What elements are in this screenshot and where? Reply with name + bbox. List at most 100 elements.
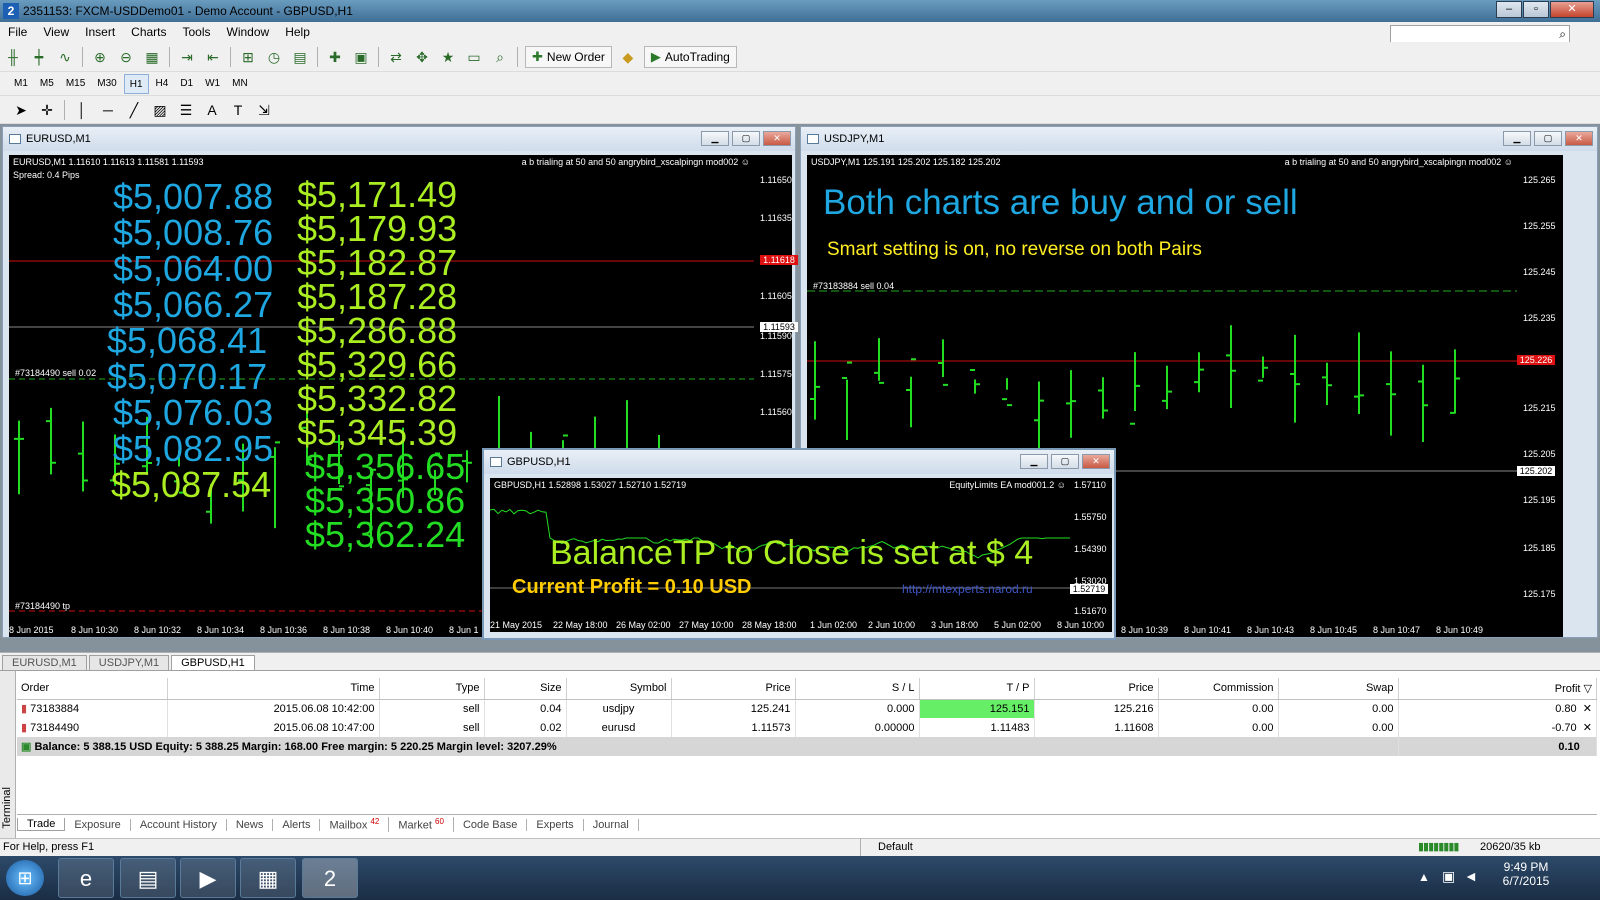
bar-chart-icon[interactable]: ╫ xyxy=(2,46,24,68)
tp-cell[interactable]: 1.11483 xyxy=(919,718,1035,737)
table-row[interactable]: ▮ 73183884 2015.06.08 10:42:00 sell 0.04… xyxy=(17,699,1597,718)
metaeditor-icon[interactable]: ◆ xyxy=(617,46,639,68)
volume-icon[interactable]: ◄ xyxy=(1464,868,1478,884)
timeframe-w1[interactable]: W1 xyxy=(200,74,225,94)
cursor-icon[interactable]: ➤ xyxy=(10,99,32,121)
tile-windows-icon[interactable]: ▦ xyxy=(141,46,163,68)
timeframe-m30[interactable]: M30 xyxy=(92,74,121,94)
tab-eurusd[interactable]: EURUSD,M1 xyxy=(2,655,87,670)
tab-alerts[interactable]: Alerts xyxy=(273,818,321,831)
tab-experts[interactable]: Experts xyxy=(527,818,584,831)
metatrader-taskbar-icon[interactable]: 2 xyxy=(302,858,358,898)
window-titlebar[interactable]: 2 2351153: FXCM-USDDemo01 - Demo Account… xyxy=(0,0,1600,22)
col-profit[interactable]: Profit ▽ xyxy=(1398,678,1597,700)
usdjpy-window-titlebar[interactable]: USDJPY,M1 ▁ ▢ ✕ xyxy=(801,127,1597,151)
tab-news[interactable]: News xyxy=(227,818,274,831)
menu-insert[interactable]: Insert xyxy=(77,25,123,39)
fibonacci-icon[interactable]: ☰ xyxy=(175,99,197,121)
eurusd-minimize-button[interactable]: ▁ xyxy=(701,131,729,146)
col-current-price[interactable]: Price xyxy=(1034,678,1159,700)
eurusd-close-button[interactable]: ✕ xyxy=(763,131,791,146)
gbpusd-chart-window[interactable]: GBPUSD,H1 ▁ ▢ ✕ GBPUSD,H1 1.52898 1.53027 … xyxy=(482,448,1116,640)
col-price[interactable]: Price xyxy=(671,678,796,700)
sl-cell[interactable]: 0.00000 xyxy=(795,718,920,737)
data-window-icon[interactable]: ✥ xyxy=(411,46,433,68)
table-row[interactable]: ▮ 73184490 2015.06.08 10:47:00 sell 0.02… xyxy=(17,718,1597,737)
timeframe-d1[interactable]: D1 xyxy=(175,74,198,94)
autotrading-button[interactable]: ▶ AutoTrading xyxy=(643,45,737,68)
timeframe-h4[interactable]: H4 xyxy=(151,74,174,94)
minimize-button[interactable]: – xyxy=(1496,1,1522,18)
timeframe-h1[interactable]: H1 xyxy=(123,73,149,94)
usdjpy-maximize-button[interactable]: ▢ xyxy=(1534,131,1562,146)
text-icon[interactable]: A xyxy=(201,99,223,121)
internet-explorer-icon[interactable]: e xyxy=(58,858,114,898)
close-order-icon[interactable]: ✕ xyxy=(1583,703,1592,715)
search-input[interactable]: ⌕ xyxy=(1390,25,1570,43)
tp-cell[interactable]: 125.151 xyxy=(919,699,1035,718)
indicators-icon[interactable]: ⊞ xyxy=(237,46,259,68)
periods-icon[interactable]: ◷ xyxy=(263,46,285,68)
tab-exposure[interactable]: Exposure xyxy=(65,818,131,831)
tab-code-base[interactable]: Code Base xyxy=(454,818,528,831)
filter-icon[interactable]: ▽ xyxy=(1584,683,1592,695)
eurusd-window-titlebar[interactable]: EURUSD,M1 ▁ ▢ ✕ xyxy=(3,127,795,151)
sl-cell[interactable]: 0.000 xyxy=(795,699,920,718)
tab-mailbox[interactable]: Mailbox 42 xyxy=(320,817,390,832)
line-chart-icon[interactable]: ∿ xyxy=(54,46,76,68)
col-type[interactable]: Type xyxy=(379,678,485,700)
timeframe-m1[interactable]: M1 xyxy=(9,74,33,94)
candlestick-icon[interactable]: ┿ xyxy=(28,46,50,68)
close-button[interactable]: ✕ xyxy=(1550,1,1594,18)
gbpusd-window-titlebar[interactable]: GBPUSD,H1 ▁ ▢ ✕ xyxy=(484,450,1114,474)
templates-icon[interactable]: ▤ xyxy=(289,46,311,68)
gbpusd-plot[interactable]: GBPUSD,H1 1.52898 1.53027 1.52710 1.5271… xyxy=(490,478,1070,618)
col-size[interactable]: Size xyxy=(484,678,567,700)
menu-charts[interactable]: Charts xyxy=(123,25,174,39)
chart-shift-icon[interactable]: ⇤ xyxy=(202,46,224,68)
file-explorer-icon[interactable]: ▤ xyxy=(120,858,176,898)
gbpusd-maximize-button[interactable]: ▢ xyxy=(1051,454,1079,469)
zoom-in-icon[interactable]: ⊕ xyxy=(89,46,111,68)
usdjpy-close-button[interactable]: ✕ xyxy=(1565,131,1593,146)
tab-market[interactable]: Market 60 xyxy=(389,817,454,832)
eurusd-maximize-button[interactable]: ▢ xyxy=(732,131,760,146)
col-sl[interactable]: S / L xyxy=(795,678,920,700)
tray-arrow-icon[interactable]: ▲ xyxy=(1418,870,1430,884)
close-order-icon[interactable]: ✕ xyxy=(1583,722,1592,734)
start-button[interactable]: ⊞ xyxy=(6,860,44,896)
tab-account-history[interactable]: Account History xyxy=(131,818,227,831)
menu-tools[interactable]: Tools xyxy=(175,25,219,39)
tab-usdjpy[interactable]: USDJPY,M1 xyxy=(88,655,170,670)
menu-window[interactable]: Window xyxy=(219,25,278,39)
timeframe-mn[interactable]: MN xyxy=(227,74,253,94)
text-label-icon[interactable]: T xyxy=(227,99,249,121)
usdjpy-minimize-button[interactable]: ▁ xyxy=(1503,131,1531,146)
terminal-sidebar[interactable]: Terminal xyxy=(0,671,16,839)
crosshair-icon[interactable]: ✛ xyxy=(36,99,58,121)
maximize-button[interactable]: ▫ xyxy=(1523,1,1549,18)
profiles-icon[interactable]: ▣ xyxy=(350,46,372,68)
trendline-icon[interactable]: ╱ xyxy=(123,99,145,121)
timeframe-m5[interactable]: M5 xyxy=(35,74,59,94)
col-tp[interactable]: T / P xyxy=(919,678,1035,700)
arrows-icon[interactable]: ⇲ xyxy=(253,99,275,121)
menu-file[interactable]: File xyxy=(0,25,35,39)
horizontal-line-icon[interactable]: ─ xyxy=(97,99,119,121)
channel-icon[interactable]: ▨ xyxy=(149,99,171,121)
market-watch-icon[interactable]: ⇄ xyxy=(385,46,407,68)
new-order-button[interactable]: ✚ New Order xyxy=(525,45,612,68)
menu-view[interactable]: View xyxy=(35,25,77,39)
gbpusd-close-button[interactable]: ✕ xyxy=(1082,454,1110,469)
auto-scroll-icon[interactable]: ⇥ xyxy=(176,46,198,68)
vertical-line-icon[interactable]: │ xyxy=(71,99,93,121)
col-time[interactable]: Time xyxy=(167,678,380,700)
terminal-icon[interactable]: ▭ xyxy=(463,46,485,68)
office-icon[interactable]: ▦ xyxy=(240,858,296,898)
tab-gbpusd[interactable]: GBPUSD,H1 xyxy=(171,655,255,670)
tab-journal[interactable]: Journal xyxy=(584,818,639,831)
col-swap[interactable]: Swap xyxy=(1278,678,1399,700)
clock[interactable]: 9:49 PM 6/7/2015 xyxy=(1496,860,1556,888)
col-order[interactable]: Order xyxy=(17,678,168,700)
navigator-icon[interactable]: ★ xyxy=(437,46,459,68)
